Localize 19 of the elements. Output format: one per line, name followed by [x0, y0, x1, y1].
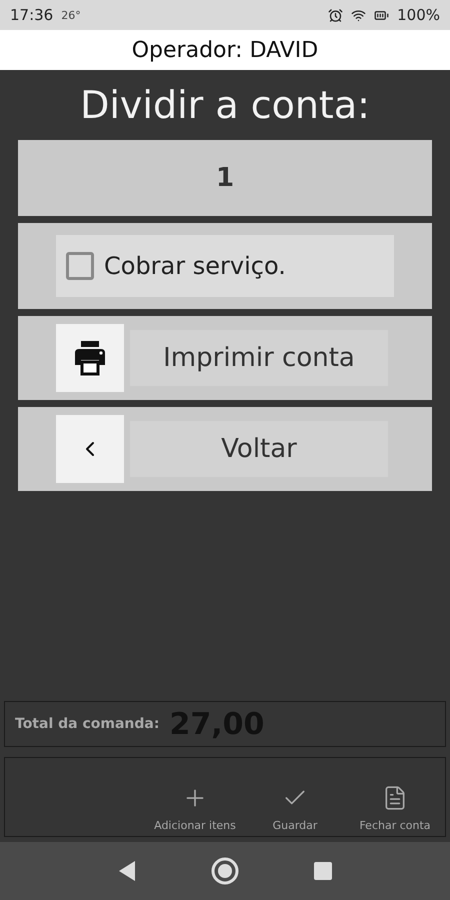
alarm-icon: [328, 8, 344, 22]
dialog-title: Dividir a conta:: [79, 82, 371, 129]
operator-header: Operador: DAVID: [0, 30, 450, 70]
recents-nav-icon[interactable]: [313, 861, 333, 881]
back-nav-icon[interactable]: [117, 860, 137, 882]
temperature: 26°: [61, 8, 81, 22]
print-button[interactable]: Imprimir conta: [130, 330, 388, 386]
service-checkbox[interactable]: Cobrar serviço.: [56, 235, 394, 297]
split-count-field[interactable]: 1: [18, 140, 432, 216]
back-button[interactable]: Voltar: [130, 421, 388, 477]
save-button[interactable]: Guardar: [245, 758, 345, 836]
printer-icon[interactable]: [56, 324, 124, 392]
battery-level: 100%: [397, 6, 440, 24]
wifi-icon: [351, 8, 366, 22]
add-button[interactable]: Adicionar itens: [145, 758, 245, 836]
total-label: Total da comanda:: [15, 716, 160, 732]
home-nav-icon[interactable]: [211, 857, 239, 885]
close-button[interactable]: Fechar conta: [345, 758, 445, 836]
clock-time: 17:36: [10, 6, 54, 24]
